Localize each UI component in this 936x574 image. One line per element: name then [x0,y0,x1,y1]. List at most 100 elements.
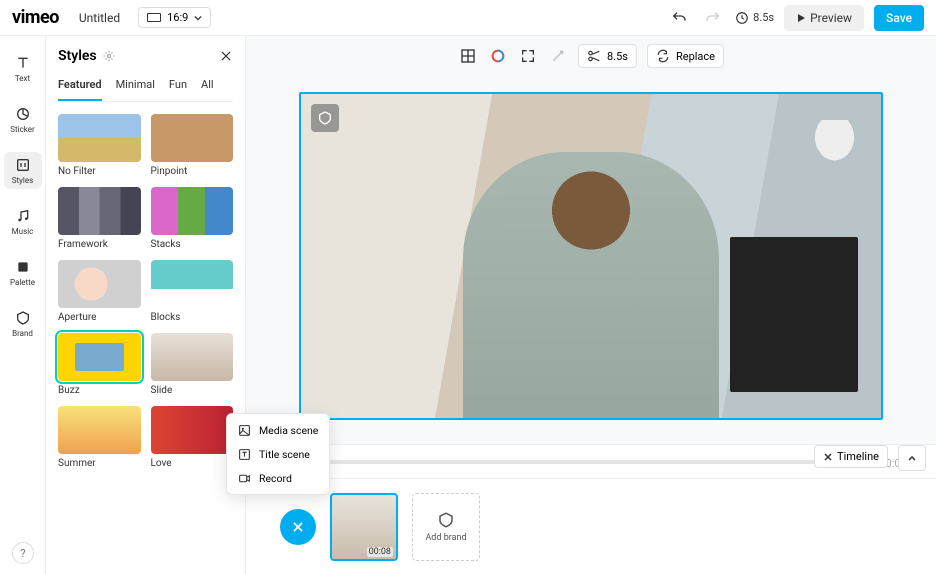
style-card-aperture[interactable]: Aperture [58,260,141,323]
menu-label: Media scene [259,424,318,437]
menu-item-media-scene[interactable]: Media scene [227,418,329,442]
replace-icon [656,49,670,63]
timeline-toggle-button[interactable]: Timeline [814,445,888,468]
rail-item-music[interactable]: Music [4,203,42,240]
style-card-no-filter[interactable]: No Filter [58,114,141,177]
style-card-slide[interactable]: Slide [151,333,234,396]
canvas-wrap [246,76,936,444]
text-icon [14,54,32,72]
replace-button[interactable]: Replace [647,44,724,68]
canvas-illustration [730,237,858,393]
rail-label-palette: Palette [10,278,35,287]
magic-button[interactable] [548,46,568,66]
panel-settings-button[interactable] [103,50,115,62]
style-card-summer[interactable]: Summer [58,406,141,469]
sticker-icon [14,105,32,123]
rail-item-brand[interactable]: Brand [4,305,42,342]
style-card-stacks[interactable]: Stacks [151,187,234,250]
tab-featured[interactable]: Featured [58,78,102,101]
brand-icon [14,309,32,327]
rail-label-styles: Styles [12,176,33,185]
redo-button[interactable] [701,6,725,30]
rail-label-music: Music [12,227,34,236]
aspect-ratio-selector[interactable]: 16:9 [138,7,211,28]
close-context-button[interactable] [280,509,316,545]
style-card-buzz[interactable]: Buzz [58,333,141,396]
style-label: Summer [58,458,141,469]
close-small-icon [823,452,833,462]
rail-item-palette[interactable]: Palette [4,254,42,291]
preview-button[interactable]: Preview [784,5,864,31]
rail-label-brand: Brand [12,329,33,338]
style-thumb [151,260,234,308]
style-thumb [151,406,234,454]
style-card-love[interactable]: Love [151,406,234,469]
scene-thumbnail[interactable]: 00:08 [330,493,398,561]
panel-close-button[interactable] [219,49,233,63]
top-bar: vimeo Untitled 16:9 8.5s Preview Save [0,0,936,36]
style-label: Framework [58,239,141,250]
left-rail: Text Sticker Styles Music Palette Brand … [0,36,46,574]
fit-button[interactable] [518,46,538,66]
menu-item-record[interactable]: Record [227,466,329,490]
replace-label: Replace [676,50,715,63]
save-button[interactable]: Save [874,5,924,31]
vimeo-logo: vimeo [12,7,59,28]
clock-icon [735,11,749,25]
music-icon [14,207,32,225]
brand-icon [437,511,455,529]
style-label: Blocks [151,312,234,323]
rail-label-sticker: Sticker [10,125,34,134]
preview-label: Preview [810,11,852,25]
style-card-framework[interactable]: Framework [58,187,141,250]
rail-label-text: Text [15,74,30,83]
timeline-btn-label: Timeline [837,450,879,463]
timeline-track[interactable] [308,460,826,464]
trim-button[interactable]: 8.5s [578,44,637,68]
canvas-media-badge[interactable] [311,104,339,132]
canvas-toolbar: 8.5s Replace [246,36,936,76]
style-thumb [151,114,234,162]
panel-tabs: Featured Minimal Fun All [58,78,233,102]
style-thumb [151,333,234,381]
rail-item-text[interactable]: Text [4,50,42,87]
project-title[interactable]: Untitled [79,11,120,25]
chevron-down-icon [194,14,202,22]
gear-icon [103,50,115,62]
duration-chip[interactable]: 8.5s [735,11,774,25]
help-button[interactable]: ? [12,542,34,564]
main-area: 8.5s Replace scene 1 0:00.00 / 0:08.46 [246,36,936,574]
menu-item-title-scene[interactable]: Title scene [227,442,329,466]
scene-duration: 00:08 [367,547,393,557]
chevron-up-icon [907,453,917,463]
style-label: Slide [151,385,234,396]
styles-panel: Styles Featured Minimal Fun All No Filte… [46,36,246,574]
style-label: Buzz [58,385,141,396]
style-thumb [151,187,234,235]
styles-icon [14,156,32,174]
rail-item-styles[interactable]: Styles [4,152,42,189]
expand-strip-button[interactable] [898,445,926,471]
style-thumb [58,114,141,162]
video-canvas[interactable] [299,92,883,420]
tab-fun[interactable]: Fun [169,78,187,101]
play-icon [796,13,806,23]
redo-icon [705,10,721,26]
record-icon [237,471,251,485]
style-card-pinpoint[interactable]: Pinpoint [151,114,234,177]
canvas-illustration [800,120,870,178]
style-card-blocks[interactable]: Blocks [151,260,234,323]
palette-icon [14,258,32,276]
wand-icon [550,48,566,64]
tab-all[interactable]: All [201,78,214,101]
close-icon [291,520,305,534]
tab-minimal[interactable]: Minimal [116,78,155,101]
trim-duration: 8.5s [607,50,628,63]
rail-item-sticker[interactable]: Sticker [4,101,42,138]
menu-label: Title scene [259,448,310,461]
scissors-icon [587,49,601,63]
add-brand-card[interactable]: Add brand [412,493,480,561]
layout-button[interactable] [458,46,478,66]
undo-button[interactable] [667,6,691,30]
color-button[interactable] [488,46,508,66]
